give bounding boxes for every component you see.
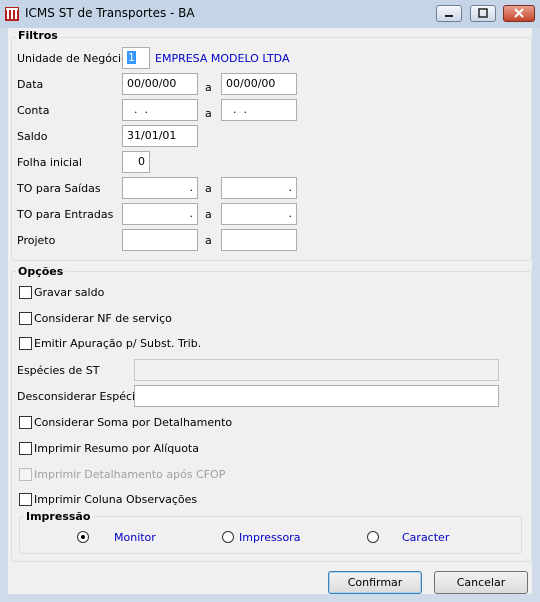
especies-st-label: Espécies de ST <box>17 364 100 377</box>
emitir-apuracao-label[interactable]: Emitir Apuração p/ Subst. Trib. <box>34 337 201 350</box>
data-from-input[interactable]: 00/00/00 <box>122 73 198 95</box>
filtros-group-label: Filtros <box>16 29 60 42</box>
folha-label: Folha inicial <box>17 156 82 169</box>
minimize-icon <box>445 15 453 17</box>
considerar-nf-label[interactable]: Considerar NF de serviço <box>34 312 172 325</box>
app-icon <box>5 7 19 21</box>
emitir-apuracao-checkbox[interactable] <box>19 337 32 350</box>
gravar-saldo-label[interactable]: Gravar saldo <box>34 286 104 299</box>
desconsiderar-label: Desconsiderar Espécie <box>17 390 142 403</box>
title-bar[interactable]: ICMS ST de Transportes - BA <box>0 0 540 28</box>
to-entradas-from-input[interactable]: . <box>122 203 198 225</box>
imprimir-resumo-label[interactable]: Imprimir Resumo por Alíquota <box>34 442 199 455</box>
considerar-soma-label[interactable]: Considerar Soma por Detalhamento <box>34 416 232 429</box>
maximize-button[interactable] <box>470 5 496 22</box>
unidade-label: Unidade de Negócio <box>17 52 128 65</box>
imprimir-coluna-checkbox[interactable] <box>19 493 32 506</box>
projeto-to-input[interactable] <box>221 229 297 251</box>
unidade-input[interactable]: 1 <box>122 47 150 69</box>
data-range-sep: a <box>205 81 212 94</box>
window-title: ICMS ST de Transportes - BA <box>25 6 195 20</box>
considerar-nf-checkbox[interactable] <box>19 312 32 325</box>
close-button[interactable] <box>503 5 535 22</box>
maximize-icon <box>478 8 488 18</box>
opcoes-group-label: Opções <box>16 265 66 278</box>
imprimir-coluna-label[interactable]: Imprimir Coluna Observações <box>34 493 197 506</box>
to-saidas-label: TO para Saídas <box>17 182 101 195</box>
close-icon <box>514 8 524 18</box>
to-entradas-label: TO para Entradas <box>17 208 114 221</box>
conta-label: Conta <box>17 104 50 117</box>
to-saidas-range-sep: a <box>205 182 212 195</box>
impressora-radio[interactable] <box>222 531 234 543</box>
to-entradas-to-input[interactable]: . <box>221 203 297 225</box>
minimize-button[interactable] <box>436 5 462 22</box>
filtros-group <box>11 37 532 261</box>
monitor-radio[interactable] <box>77 531 89 543</box>
saldo-input[interactable]: 31/01/01 <box>122 125 198 147</box>
impressora-label[interactable]: Impressora <box>239 531 300 544</box>
cancelar-button[interactable]: Cancelar <box>434 571 528 594</box>
folha-input[interactable]: 0 <box>122 151 150 173</box>
data-to-input[interactable]: 00/00/00 <box>221 73 297 95</box>
imprimir-detalhamento-label: Imprimir Detalhamento após CFOP <box>34 468 226 481</box>
considerar-soma-checkbox[interactable] <box>19 416 32 429</box>
caracter-label[interactable]: Caracter <box>402 531 449 544</box>
to-saidas-from-input[interactable]: . <box>122 177 198 199</box>
desconsiderar-input[interactable] <box>134 385 499 407</box>
saldo-label: Saldo <box>17 130 48 143</box>
caracter-radio[interactable] <box>367 531 379 543</box>
impressao-group-label: Impressão <box>24 510 93 523</box>
conta-from-input[interactable]: . . <box>122 99 198 121</box>
projeto-from-input[interactable] <box>122 229 198 251</box>
imprimir-detalhamento-checkbox <box>19 468 32 481</box>
gravar-saldo-checkbox[interactable] <box>19 286 32 299</box>
imprimir-resumo-checkbox[interactable] <box>19 442 32 455</box>
monitor-label[interactable]: Monitor <box>114 531 156 544</box>
radio-selected-dot <box>81 535 85 539</box>
conta-to-input[interactable]: . . <box>221 99 297 121</box>
confirmar-button[interactable]: Confirmar <box>328 571 422 594</box>
to-entradas-range-sep: a <box>205 208 212 221</box>
projeto-label: Projeto <box>17 234 56 247</box>
especies-st-input[interactable] <box>134 359 499 381</box>
to-saidas-to-input[interactable]: . <box>221 177 297 199</box>
data-label: Data <box>17 78 44 91</box>
projeto-range-sep: a <box>205 234 212 247</box>
conta-range-sep: a <box>205 107 212 120</box>
unidade-name: EMPRESA MODELO LTDA <box>155 52 290 65</box>
